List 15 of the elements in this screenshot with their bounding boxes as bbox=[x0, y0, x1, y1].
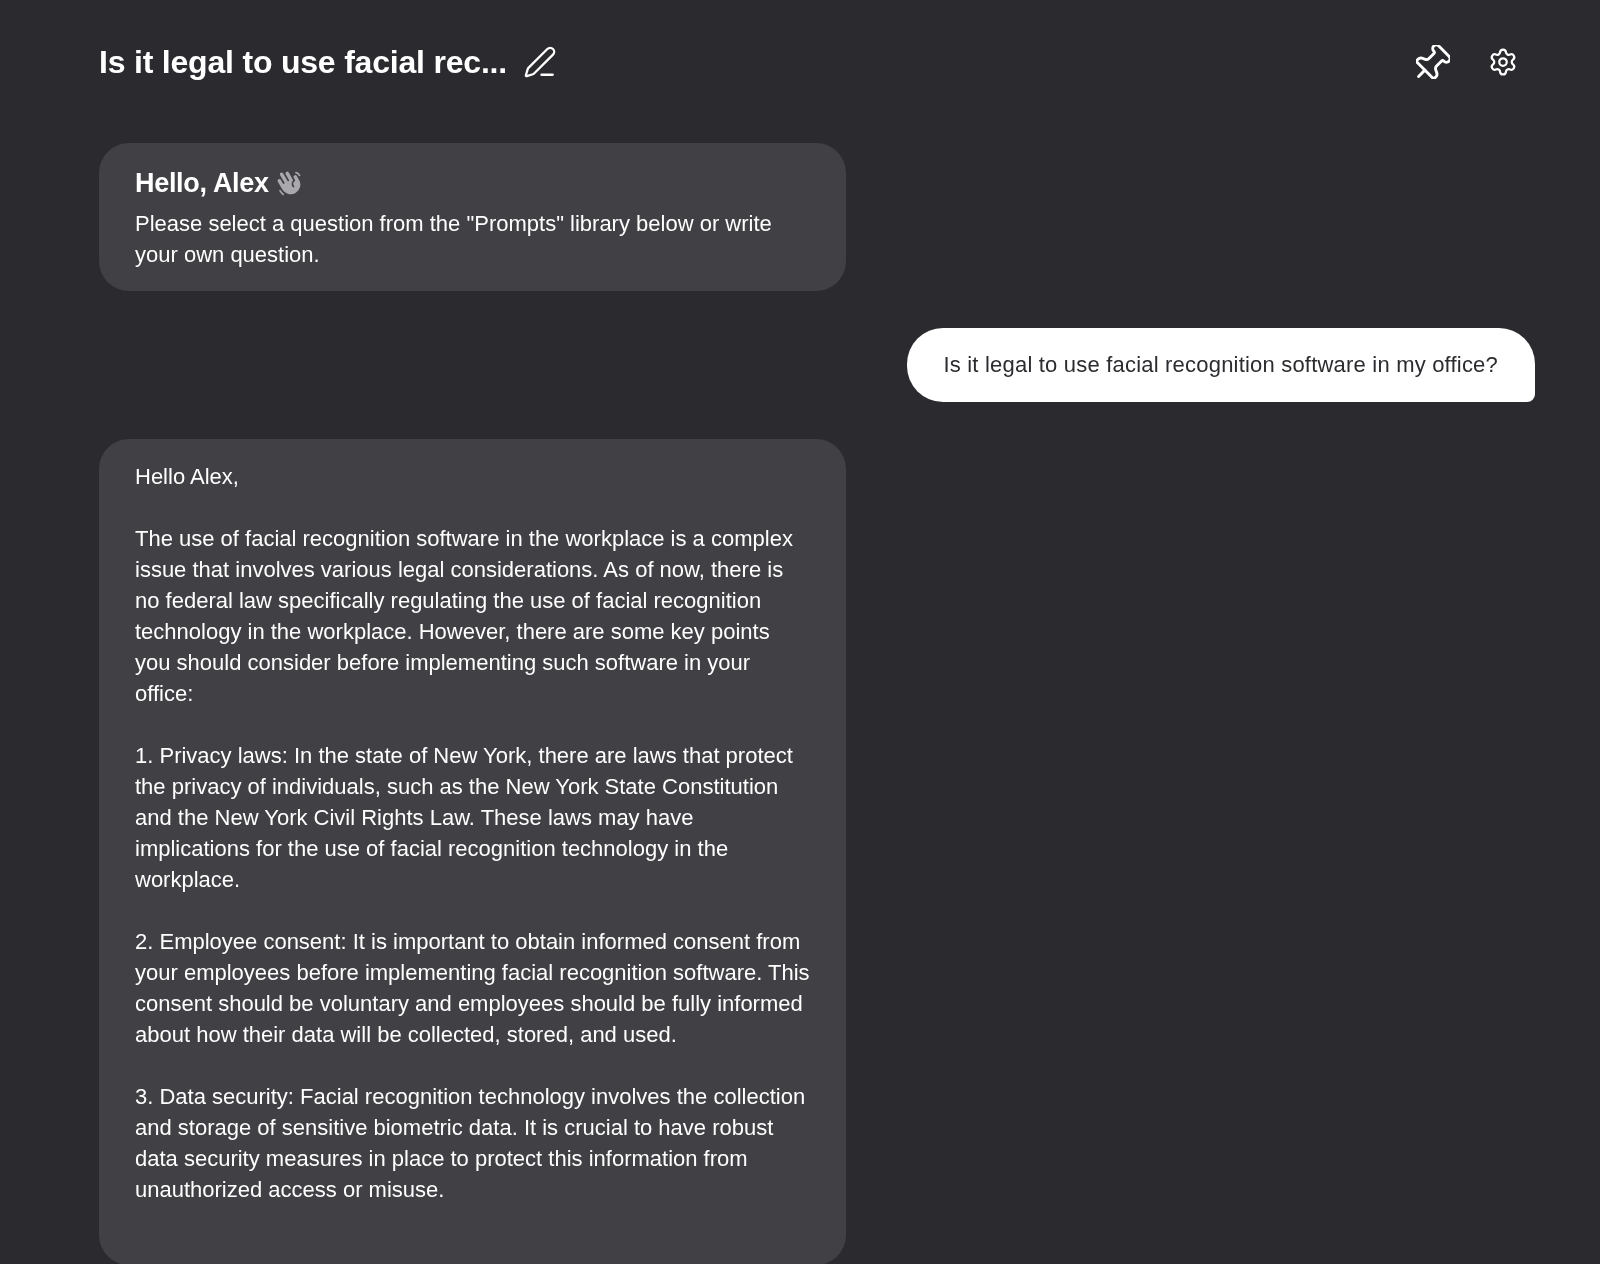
pin-icon bbox=[1416, 45, 1450, 79]
reply-paragraph: 2. Employee consent: It is important to obtain informed consent from your employees before implementing facial recognition software. This consent should be voluntary and employees should be fully informed about how their data will be collected, stored, and used. bbox=[135, 928, 810, 1049]
user-message: Is it legal to use facial recognition software in my office? bbox=[907, 328, 1535, 402]
settings-icon bbox=[1488, 47, 1518, 77]
settings-button[interactable] bbox=[1488, 47, 1518, 77]
reply-paragraph: 3. Data security: Facial recognition technology involves the collection and storage of sensitive biometric data. It is crucial to have robust data security measures in place to protect this information from unauthorized access or misuse. bbox=[135, 1083, 807, 1204]
chat-title: Is it legal to use facial rec... bbox=[99, 43, 507, 81]
reply-paragraph: The use of facial recognition software in the workplace is a complex issue that involves various legal considerations. As of now, there is no federal law specifically regulating the use of facial recognition technology in the workplace. However, there are some key points you should consider before implementing such software in your office: bbox=[135, 525, 794, 708]
pin-button[interactable] bbox=[1416, 45, 1450, 79]
pencil-icon bbox=[523, 45, 557, 79]
edit-title-button[interactable] bbox=[523, 45, 557, 79]
reply-paragraph: 1. Privacy laws: In the state of New York, there are laws that protect the privacy of individuals, such as the New York State Constitution and the New York Civil Rights Law. These laws may have implications for the use of facial recognition technology in the workplace. bbox=[135, 742, 794, 894]
reply-paragraph: Hello Alex, bbox=[135, 463, 240, 491]
greeting-title: Hello, Alex bbox=[135, 167, 269, 199]
greeting-text: Please select a question from the "Prompts" library below or write your own question. bbox=[135, 210, 773, 269]
